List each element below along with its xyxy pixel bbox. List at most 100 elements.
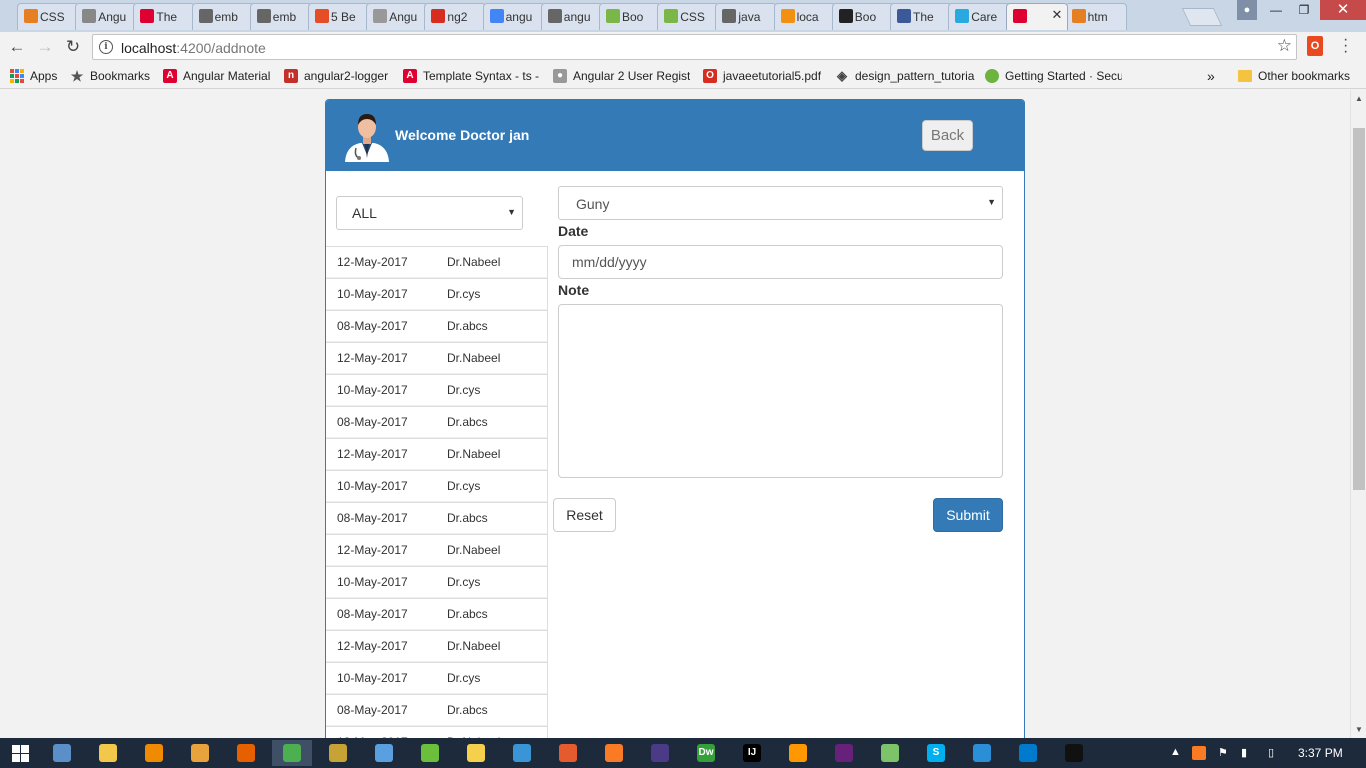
profile-icon[interactable]: ● <box>1237 0 1257 20</box>
note-list-item[interactable]: 10-May-2017 Dr.cys <box>326 662 547 694</box>
taskbar-app-eclipse[interactable] <box>640 740 680 766</box>
page-scrollbar[interactable]: ▲ ▼ <box>1350 90 1366 738</box>
taskbar-app-visual-studio[interactable] <box>824 740 864 766</box>
note-list-item[interactable]: 10-May-2017 Dr.cys <box>326 470 547 502</box>
browser-tab[interactable]: Boo <box>599 3 661 30</box>
minimize-button[interactable]: — <box>1262 0 1290 20</box>
taskbar-app-firefox[interactable] <box>226 740 266 766</box>
bookmark-apps[interactable]: Apps <box>10 68 57 84</box>
wifi-signal-icon[interactable]: ▮ <box>1241 746 1247 759</box>
note-list-item[interactable]: 10-May-2017 Dr.cys <box>326 374 547 406</box>
xampp-tray-icon[interactable] <box>1192 746 1206 760</box>
browser-tab[interactable]: htm <box>1064 3 1127 30</box>
bookmark-angular2-logger[interactable]: n angular2-logger <box>284 68 388 84</box>
browser-tab[interactable]: The <box>890 3 952 30</box>
browser-tab[interactable]: Boo <box>831 3 894 30</box>
taskbar-app-notepad[interactable] <box>456 740 496 766</box>
bookmark-template-syntax[interactable]: A Template Syntax - ts - <box>403 68 543 84</box>
new-tab-button[interactable] <box>1181 8 1223 26</box>
taskbar-app-xampp[interactable] <box>594 740 634 766</box>
reset-button[interactable]: Reset <box>553 498 616 532</box>
url-text[interactable]: localhost:4200/addnote <box>121 40 266 56</box>
browser-tab[interactable]: ng2 <box>424 3 487 30</box>
close-tab-icon[interactable]: ✕ <box>1051 7 1062 23</box>
taskbar-app-network[interactable] <box>364 740 404 766</box>
close-window-button[interactable]: ✕ <box>1320 0 1366 20</box>
doctor-filter-select[interactable]: ALL ▼ <box>336 196 523 230</box>
scrollbar-thumb[interactable] <box>1353 128 1365 490</box>
other-bookmarks[interactable]: Other bookmarks <box>1238 68 1350 84</box>
patient-select[interactable]: Guny ▼ <box>558 186 1003 220</box>
taskbar-app-sublime[interactable] <box>778 740 818 766</box>
office-extension-icon[interactable]: O <box>1307 36 1323 56</box>
taskbar-app-skype[interactable]: S <box>916 740 956 766</box>
submit-button[interactable]: Submit <box>933 498 1003 532</box>
browser-tab[interactable]: loca <box>773 3 836 30</box>
browser-tab[interactable]: CSS <box>17 3 79 30</box>
taskbar-app-speedometer[interactable] <box>180 740 220 766</box>
browser-tab[interactable]: emb <box>191 3 254 30</box>
browser-tab[interactable]: angu <box>540 3 603 30</box>
taskbar-app-dreamweaver[interactable]: Dw <box>686 740 726 766</box>
browser-tab[interactable]: Care <box>948 3 1011 30</box>
note-list-item[interactable]: 10-May-2017 Dr.cys <box>326 566 547 598</box>
taskbar-app-app-camera[interactable] <box>962 740 1002 766</box>
forward-arrow-icon[interactable]: → <box>34 36 56 58</box>
taskbar-app-photos[interactable] <box>42 740 82 766</box>
battery-icon[interactable]: ▯ <box>1268 746 1274 759</box>
taskbar-app-app-wave[interactable] <box>502 740 542 766</box>
page-info-icon[interactable]: i <box>99 40 113 54</box>
browser-tab[interactable]: CSS <box>657 3 720 30</box>
bookmark-getting-started[interactable]: Getting Started · Secu <box>985 68 1122 84</box>
bookmark-bookmarks[interactable]: ★ Bookmarks <box>70 68 150 84</box>
note-list-item[interactable]: 12-May-2017Dr.Nabeel <box>326 438 547 470</box>
note-list-item[interactable]: 08-May-2017 Dr.abcs <box>326 310 547 342</box>
note-list-item[interactable]: 08-May-2017 Dr.abcs <box>326 406 547 438</box>
bookmark-angular-material[interactable]: A Angular Material <box>163 68 270 84</box>
taskbar-app-file-explorer[interactable] <box>88 740 128 766</box>
tray-arrow-icon[interactable]: ▲ <box>1170 746 1181 758</box>
scroll-down-icon[interactable]: ▼ <box>1355 725 1363 734</box>
taskbar-app-chrome[interactable] <box>272 740 312 766</box>
flag-icon[interactable]: ⚑ <box>1218 746 1228 759</box>
browser-tab[interactable]: angu <box>482 3 545 30</box>
back-button[interactable]: Back <box>922 120 973 151</box>
back-arrow-icon[interactable]: ← <box>6 36 28 58</box>
taskbar-app-app-chat[interactable] <box>870 740 910 766</box>
browser-tab[interactable]: ✕ <box>1006 3 1069 30</box>
start-button[interactable] <box>0 740 40 766</box>
note-list-item[interactable]: 08-May-2017 Dr.abcs <box>326 598 547 630</box>
address-bar[interactable]: i localhost:4200/addnote ☆ <box>92 34 1297 60</box>
date-input[interactable]: mm/dd/yyyy <box>558 245 1003 279</box>
browser-tab[interactable]: The <box>133 3 196 30</box>
taskbar-app-vscode[interactable] <box>1008 740 1048 766</box>
taskbar-app-cmd[interactable] <box>1054 740 1094 766</box>
note-list-item[interactable]: 10-May-2017 Dr.cys <box>326 278 547 310</box>
browser-tab[interactable]: emb <box>249 3 312 30</box>
scroll-up-icon[interactable]: ▲ <box>1355 94 1363 103</box>
taskbar-app-app-circle[interactable] <box>548 740 588 766</box>
taskbar-clock[interactable]: 3:37 PM <box>1298 746 1343 760</box>
bookmark-user-registration[interactable]: ● Angular 2 User Regist <box>553 68 690 84</box>
chrome-menu-icon[interactable]: · · · <box>1343 32 1348 60</box>
note-list-item[interactable]: 08-May-2017 Dr.abcs <box>326 502 547 534</box>
note-list-item[interactable]: 12-May-2017Dr.Nabeel <box>326 630 547 662</box>
bookmark-star-icon[interactable]: ☆ <box>1277 36 1292 56</box>
browser-tab[interactable]: Angu <box>75 3 138 30</box>
note-list-item[interactable]: 12-May-2017Dr.Nabeel <box>326 342 547 374</box>
reload-icon[interactable]: ↻ <box>62 36 84 58</box>
taskbar-app-app-green[interactable] <box>410 740 450 766</box>
browser-tab[interactable]: java <box>715 3 778 30</box>
browser-tab[interactable]: 5 Be <box>308 3 370 30</box>
browser-tab[interactable]: Angu <box>366 3 429 30</box>
taskbar-app-intellij[interactable]: IJ <box>732 740 772 766</box>
bookmark-design-pattern[interactable]: ◈ design_pattern_tutoria <box>835 68 975 84</box>
more-bookmarks-icon[interactable]: » <box>1207 68 1215 84</box>
note-list-item[interactable]: 08-May-2017 Dr.abcs <box>326 694 547 726</box>
note-list-item[interactable]: 12-May-2017Dr.Nabeel <box>326 726 547 738</box>
taskbar-app-vlc[interactable] <box>134 740 174 766</box>
note-textarea[interactable] <box>558 304 1003 478</box>
note-list-item[interactable]: 12-May-2017Dr.Nabeel <box>326 534 547 566</box>
bookmark-javaee-pdf[interactable]: O javaeetutorial5.pdf <box>703 68 821 84</box>
note-list-item[interactable]: 12-May-2017Dr.Nabeel <box>326 246 547 278</box>
